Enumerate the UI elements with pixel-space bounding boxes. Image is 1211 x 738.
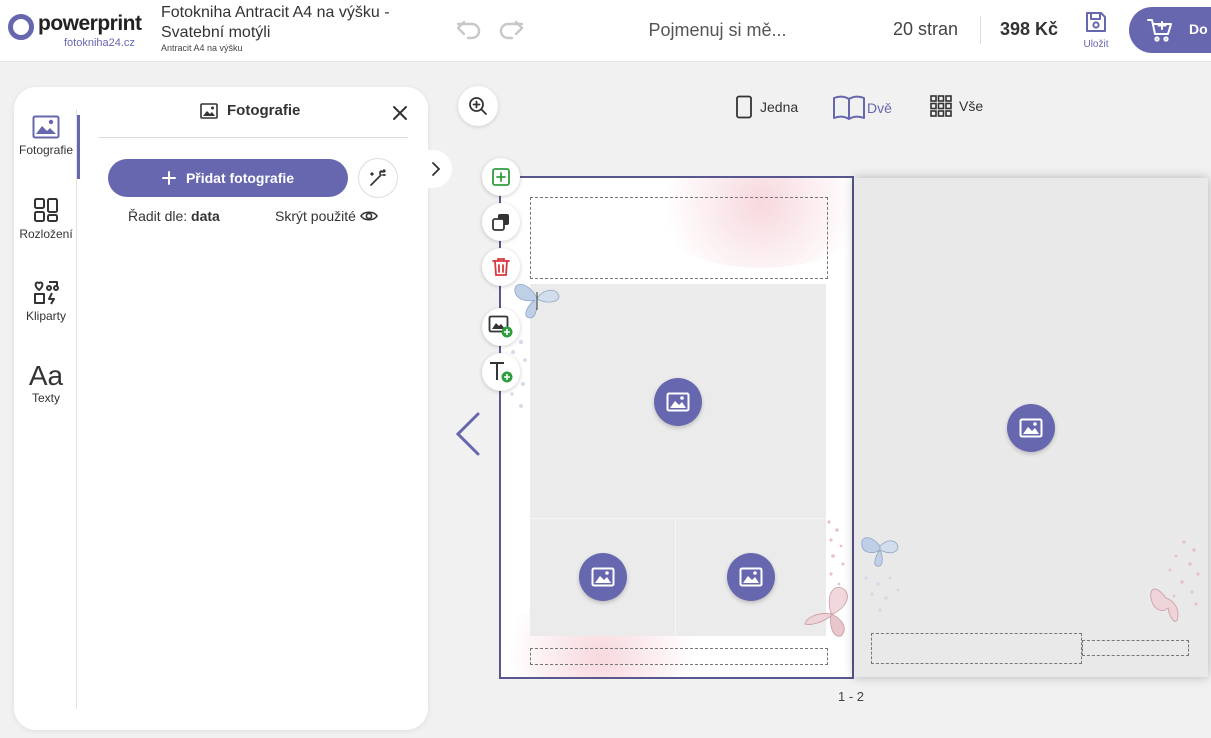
logo-ring-icon [8, 14, 34, 40]
add-image-icon[interactable] [727, 553, 775, 601]
logo-text: powerprint [38, 12, 142, 35]
duplicate-icon [492, 214, 509, 231]
cart-label: Do k [1189, 21, 1211, 37]
logo-subtext: fotokniha24.cz [64, 37, 135, 49]
sidebar-nav: Fotografie Rozložení Kliparty Aa Texty [14, 107, 80, 435]
magic-wand-button[interactable] [358, 158, 398, 198]
save-button[interactable]: Uložit [1078, 10, 1114, 54]
price: 398 Kč [1000, 19, 1059, 39]
panel-divider [76, 109, 77, 709]
dot-pattern [827, 520, 845, 586]
image-icon [32, 115, 60, 139]
plus-icon [161, 171, 176, 185]
photos-panel: Fotografie Rozložení Kliparty Aa Texty F… [14, 87, 428, 730]
add-page-button[interactable] [482, 158, 520, 196]
collapse-panel-button[interactable] [420, 150, 452, 188]
document-title: Fotokniha Antracit A4 na výšku - Svatebn… [161, 4, 390, 41]
previous-page-arrow[interactable] [452, 410, 484, 458]
add-text-icon [490, 362, 513, 383]
save-icon [1086, 12, 1106, 32]
cart-icon [1147, 19, 1172, 42]
zoom-button[interactable] [458, 86, 498, 126]
right-page[interactable] [854, 178, 1208, 677]
page-indicator: 1 - 2 [838, 689, 865, 704]
clipart-icon [34, 281, 59, 305]
caption-text-box[interactable] [1082, 640, 1189, 656]
view-all-label: Vše [959, 98, 984, 114]
panel-header: Fotografie [98, 87, 408, 138]
eye-icon [360, 211, 378, 221]
view-single[interactable]: Jedna [735, 95, 798, 119]
trash-icon [492, 258, 510, 276]
page-count: 20 stran [893, 19, 959, 39]
single-page-icon [736, 95, 752, 119]
image-icon [200, 102, 218, 119]
view-single-label: Jedna [760, 99, 799, 115]
delete-button[interactable] [482, 248, 520, 286]
powerprint-logo[interactable]: powerprint fotokniha24.cz [8, 10, 148, 54]
add-image-icon[interactable] [654, 378, 702, 426]
caption-text-box[interactable] [530, 648, 828, 665]
sort-value: data [191, 208, 220, 224]
add-page-icon [492, 168, 510, 186]
sidebar-item-photos[interactable]: Fotografie [14, 115, 80, 189]
title-text-box[interactable] [530, 197, 828, 279]
header-divider [980, 16, 981, 44]
add-to-cart-button[interactable]: Do k [1129, 7, 1211, 53]
close-icon[interactable] [390, 103, 410, 123]
zoom-in-icon [469, 97, 487, 115]
add-image-icon[interactable] [579, 553, 627, 601]
add-image-icon[interactable] [1007, 404, 1055, 452]
magic-wand-icon [370, 169, 386, 186]
grid-icon [930, 95, 952, 117]
caption-text-box[interactable] [871, 633, 1082, 664]
redo-icon[interactable] [496, 14, 526, 44]
view-double-label: Dvě [867, 100, 892, 116]
view-double[interactable]: Dvě [832, 95, 892, 121]
sort-control[interactable]: Řadit dle: data [128, 208, 220, 224]
add-text-button[interactable] [482, 353, 520, 391]
panel-title: Fotografie [227, 102, 301, 119]
sidebar-label: Rozložení [19, 227, 73, 241]
chevron-left-icon [455, 412, 480, 456]
add-photos-label: Přidat fotografie [185, 170, 295, 186]
add-image-button[interactable] [482, 308, 520, 346]
open-book-icon [833, 95, 865, 120]
hide-used-toggle[interactable]: Skrýt použité [275, 208, 378, 224]
add-image-icon [488, 315, 513, 338]
duplicate-button[interactable] [482, 203, 520, 241]
dot-pattern [1150, 540, 1200, 622]
layout-icon [34, 198, 58, 222]
sidebar-label: Kliparty [25, 309, 66, 323]
sidebar-label: Fotografie [18, 143, 74, 157]
sidebar-item-cliparts[interactable]: Kliparty [14, 279, 78, 353]
left-page[interactable] [499, 176, 854, 679]
hide-used-label: Skrýt použité [275, 208, 356, 224]
sidebar-item-layout[interactable]: Rozložení [14, 197, 78, 271]
butterfly-icon [861, 537, 900, 612]
save-label: Uložit [1083, 39, 1109, 50]
sidebar-item-texts[interactable]: Aa Texty [14, 361, 78, 435]
undo-icon[interactable] [454, 14, 484, 44]
text-icon: Aa [28, 360, 64, 391]
sort-label: Řadit dle: [128, 208, 188, 224]
add-photos-button[interactable]: Přidat fotografie [108, 159, 348, 197]
view-all[interactable]: Vše [930, 95, 983, 117]
chevron-right-icon [432, 162, 441, 176]
app-header: powerprint fotokniha24.cz Fotokniha Antr… [0, 0, 1211, 62]
document-subtitle: Antracit A4 na výšku [161, 43, 243, 53]
name-input[interactable] [600, 14, 835, 46]
sidebar-label: Texty [31, 391, 60, 405]
